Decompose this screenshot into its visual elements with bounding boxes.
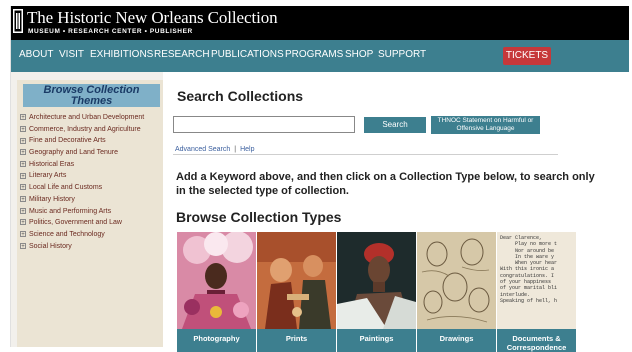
site-subtitle: MUSEUM • RESEARCH CENTER • PUBLISHER xyxy=(28,28,193,35)
sidebar-item-label: Historical Eras xyxy=(29,160,75,168)
expand-plus-icon[interactable]: + xyxy=(20,231,26,238)
nav-support[interactable]: SUPPORT xyxy=(378,49,426,60)
letter-line: Speaking of hell, h xyxy=(500,297,558,304)
expand-plus-icon[interactable]: + xyxy=(20,160,26,168)
expand-plus-icon[interactable]: + xyxy=(20,195,26,203)
sidebar-item-local-life[interactable]: + Local Life and Customs xyxy=(20,184,163,196)
sidebar-item-science[interactable]: + Science and Technology xyxy=(20,231,163,243)
sidebar-item-military[interactable]: + Military History xyxy=(20,196,163,208)
sidebar-item-politics[interactable]: + Politics, Government and Law xyxy=(20,219,163,231)
expand-plus-icon[interactable]: + xyxy=(20,125,26,133)
sidebar-item-literary-arts[interactable]: + Literary Arts xyxy=(20,172,163,184)
tile-label: Prints xyxy=(257,329,336,352)
sidebar-item-label: Fine and Decorative Arts xyxy=(29,137,106,145)
search-instructions: Add a Keyword above, and then click on a… xyxy=(176,171,595,197)
link-separator: | xyxy=(234,146,237,153)
main-nav: ABOUT VISIT EXHIBITIONS RESEARCH PUBLICA… xyxy=(11,40,629,72)
tickets-button[interactable]: TICKETS xyxy=(503,47,551,65)
divider xyxy=(173,154,558,155)
sidebar-item-geography[interactable]: + Geography and Land Tenure xyxy=(20,149,163,161)
tile-label: Photography xyxy=(177,329,256,352)
search-button[interactable]: Search xyxy=(364,117,426,133)
sidebar-item-music[interactable]: + Music and Performing Arts xyxy=(20,208,163,220)
tile-label: Drawings xyxy=(417,329,496,352)
tile-paintings[interactable]: Paintings xyxy=(337,232,416,352)
photography-thumbnail xyxy=(177,232,256,329)
expand-plus-icon[interactable]: + xyxy=(20,242,26,250)
page-frame: The Historic New Orleans Collection MUSE… xyxy=(10,6,629,352)
expand-plus-icon[interactable]: + xyxy=(20,172,26,180)
drawings-thumbnail xyxy=(417,232,496,329)
tile-drawings[interactable]: Drawings xyxy=(417,232,496,352)
paintings-thumbnail xyxy=(337,232,416,329)
prints-thumbnail xyxy=(257,232,336,329)
sidebar-item-commerce[interactable]: + Commerce, Industry and Agriculture xyxy=(20,126,163,138)
letter-line: Dear Clarence, xyxy=(500,235,543,241)
themes-list: + Architecture and Urban Development + Com… xyxy=(20,114,163,254)
tile-prints[interactable]: Prints xyxy=(257,232,336,352)
documents-thumbnail: Dear Clarence, Play no more t Nor around… xyxy=(497,232,576,329)
search-input[interactable] xyxy=(173,116,355,133)
expand-plus-icon[interactable]: + xyxy=(20,219,26,226)
logo-emblem-icon xyxy=(13,9,23,33)
page-title: Search Collections xyxy=(177,88,304,104)
nav-publications[interactable]: PUBLICATIONS xyxy=(211,49,284,60)
sidebar-item-label: Geography and Land Tenure xyxy=(29,149,118,157)
expand-plus-icon[interactable]: + xyxy=(20,137,26,145)
expand-plus-icon[interactable]: + xyxy=(20,207,26,215)
main-content: Search Collections Search THNOC Statemen… xyxy=(163,72,629,352)
advanced-search-link[interactable]: Advanced Search xyxy=(175,146,230,153)
nav-programs[interactable]: PROGRAMS xyxy=(285,49,343,60)
sidebar-item-social-history[interactable]: + Social History xyxy=(20,243,163,255)
harmful-language-statement-button[interactable]: THNOC Statement on Harmful or Offensive … xyxy=(431,116,540,134)
search-links: Advanced Search | Help xyxy=(175,146,255,153)
help-link[interactable]: Help xyxy=(240,146,254,153)
tile-photography[interactable]: Photography xyxy=(177,232,256,352)
tile-label: Paintings xyxy=(337,329,416,352)
sidebar-item-label: Politics, Government and Law xyxy=(29,219,122,227)
themes-sidebar: Browse Collection Themes + Architecture a… xyxy=(17,80,163,347)
nav-research[interactable]: RESEARCH xyxy=(154,49,210,60)
tile-label: Documents & Correspondence xyxy=(497,329,576,352)
site-header: The Historic New Orleans Collection MUSE… xyxy=(11,6,629,40)
tile-documents-correspondence[interactable]: Dear Clarence, Play no more t Nor around… xyxy=(497,232,576,352)
sidebar-item-architecture[interactable]: + Architecture and Urban Development xyxy=(20,114,163,126)
site-title[interactable]: The Historic New Orleans Collection xyxy=(27,8,278,28)
sidebar-title: Browse Collection Themes xyxy=(23,84,160,107)
collection-types-heading: Browse Collection Types xyxy=(176,209,342,225)
expand-plus-icon[interactable]: + xyxy=(20,184,26,191)
nav-about[interactable]: ABOUT xyxy=(19,49,53,60)
sidebar-item-label: Science and Technology xyxy=(29,230,105,238)
expand-plus-icon[interactable]: + xyxy=(20,114,26,121)
expand-plus-icon[interactable]: + xyxy=(20,149,26,156)
sidebar-item-label: Local Life and Customs xyxy=(29,184,103,192)
sidebar-item-historical-eras[interactable]: + Historical Eras xyxy=(20,161,163,173)
sidebar-item-label: Music and Performing Arts xyxy=(29,207,112,215)
sidebar-item-label: Architecture and Urban Development xyxy=(29,114,145,121)
sidebar-item-label: Social History xyxy=(29,242,72,250)
sidebar-item-label: Literary Arts xyxy=(29,172,67,180)
sidebar-item-label: Commerce, Industry and Agriculture xyxy=(29,125,141,133)
nav-shop[interactable]: SHOP xyxy=(345,49,373,60)
nav-exhibitions[interactable]: EXHIBITIONS xyxy=(90,49,153,60)
sidebar-item-fine-arts[interactable]: + Fine and Decorative Arts xyxy=(20,137,163,149)
collection-type-tiles: Photography Prints Paintings Drawings De… xyxy=(177,232,587,352)
nav-visit[interactable]: VISIT xyxy=(59,49,84,60)
sidebar-item-label: Military History xyxy=(29,195,75,203)
